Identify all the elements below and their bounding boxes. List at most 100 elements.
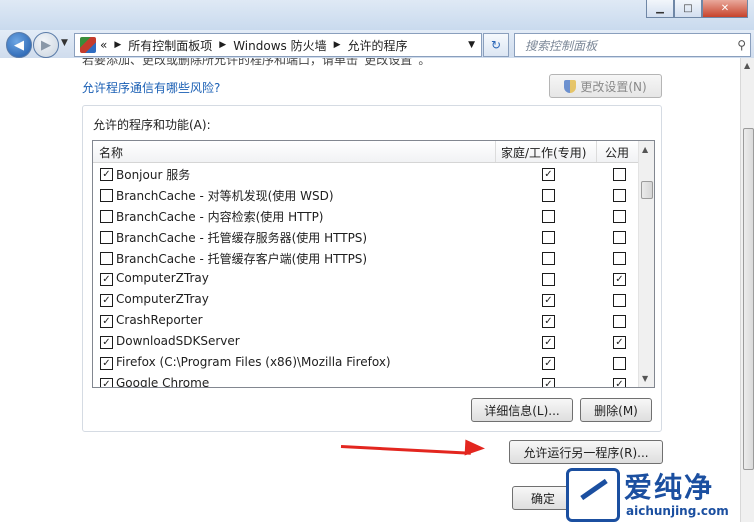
refresh-icon: ↻ [490, 38, 502, 52]
public-checkbox[interactable] [613, 357, 626, 370]
public-checkbox[interactable] [613, 210, 626, 223]
scroll-down-icon[interactable]: ▼ [642, 374, 648, 383]
list-header: 名称 家庭/工作(专用) 公用 [93, 141, 639, 163]
column-divider[interactable] [596, 141, 597, 162]
list-scrollbar[interactable]: ▲ ▼ [638, 141, 654, 387]
close-button[interactable]: ✕ [702, 0, 748, 18]
public-checkbox[interactable] [613, 315, 626, 328]
list-item[interactable]: ✓ Firefox (C:\Program Files (x86)\Mozilla… [93, 352, 639, 373]
back-button[interactable]: ◀ [6, 32, 32, 58]
program-enabled-checkbox[interactable]: ✓ [100, 357, 113, 370]
list-item[interactable]: ✓ ComputerZTray ✓ [93, 289, 639, 310]
list-item[interactable]: BranchCache - 对等机发现(使用 WSD) [93, 184, 639, 205]
history-dropdown-icon[interactable]: ▼ [61, 38, 68, 48]
annotation-arrow-shaft [340, 445, 471, 455]
program-name: ComputerZTray [116, 271, 209, 285]
program-name: Firefox (C:\Program Files (x86)\Mozilla … [116, 355, 391, 369]
public-checkbox[interactable] [613, 231, 626, 244]
breadcrumb-separator-icon[interactable]: ▶ [114, 40, 121, 50]
column-divider[interactable] [495, 141, 496, 162]
program-enabled-checkbox[interactable] [100, 210, 113, 223]
list-item[interactable]: BranchCache - 托管缓存客户端(使用 HTTPS) [93, 247, 639, 268]
list-item[interactable]: ✓ CrashReporter ✓ [93, 310, 639, 331]
list-item[interactable]: ✓ Bonjour 服务 ✓ [93, 163, 639, 184]
column-public[interactable]: 公用 [605, 144, 629, 161]
breadcrumb-windows-firewall[interactable]: Windows 防火墙 [233, 37, 326, 54]
breadcrumb-allowed-programs[interactable]: 允许的程序 [348, 37, 408, 54]
program-enabled-checkbox[interactable] [100, 252, 113, 265]
scroll-thumb[interactable] [641, 181, 653, 199]
breadcrumb-separator-icon[interactable]: ▶ [219, 40, 226, 50]
public-checkbox[interactable] [613, 252, 626, 265]
scroll-up-icon[interactable]: ▲ [744, 61, 750, 70]
search-input[interactable]: 搜索控制面板 ⚲ [514, 33, 751, 57]
program-enabled-checkbox[interactable]: ✓ [100, 168, 113, 181]
home-work-checkbox[interactable]: ✓ [542, 294, 555, 307]
public-checkbox[interactable] [613, 294, 626, 307]
list-item[interactable]: BranchCache - 内容检索(使用 HTTP) [93, 205, 639, 226]
public-checkbox[interactable] [613, 168, 626, 181]
home-work-checkbox[interactable] [542, 231, 555, 244]
details-button[interactable]: 详细信息(L)... [471, 398, 573, 422]
public-checkbox[interactable]: ✓ [613, 378, 626, 387]
breadcrumb-overflow[interactable]: « [100, 38, 107, 52]
home-work-checkbox[interactable]: ✓ [542, 336, 555, 349]
risk-link[interactable]: 允许程序通信有哪些风险? [82, 79, 220, 96]
home-work-checkbox[interactable] [542, 210, 555, 223]
watermark-title: 爱纯净 [624, 471, 715, 504]
program-name: DownloadSDKServer [116, 334, 240, 348]
home-work-checkbox[interactable]: ✓ [542, 168, 555, 181]
program-enabled-checkbox[interactable]: ✓ [100, 294, 113, 307]
program-name: BranchCache - 内容检索(使用 HTTP) [116, 210, 324, 224]
program-name: ComputerZTray [116, 292, 209, 306]
watermark-url: aichunjing.com [626, 504, 729, 518]
home-work-checkbox[interactable] [542, 252, 555, 265]
public-checkbox[interactable] [613, 189, 626, 202]
home-work-checkbox[interactable]: ✓ [542, 315, 555, 328]
program-enabled-checkbox[interactable] [100, 189, 113, 202]
public-checkbox[interactable]: ✓ [613, 273, 626, 286]
program-enabled-checkbox[interactable]: ✓ [100, 273, 113, 286]
allow-another-program-button[interactable]: 允许运行另一程序(R)... [509, 440, 663, 464]
minimize-button[interactable]: ▁ [646, 0, 674, 18]
forward-button[interactable]: ▶ [33, 32, 59, 58]
column-home-work[interactable]: 家庭/工作(专用) [501, 144, 586, 161]
list-item[interactable]: BranchCache - 托管缓存服务器(使用 HTTPS) [93, 226, 639, 247]
programs-list[interactable]: 名称 家庭/工作(专用) 公用 ✓ Bonjour 服务 ✓ BranchCache … [92, 140, 655, 388]
window-controls: ▁ □ ✕ [646, 0, 748, 18]
list-item[interactable]: ✓ ComputerZTray ✓ [93, 268, 639, 289]
change-settings-button[interactable]: 更改设置(N) [549, 74, 662, 98]
public-checkbox[interactable]: ✓ [613, 336, 626, 349]
breadcrumb-all-control-panel[interactable]: 所有控制面板项 [128, 37, 212, 54]
window-scrollbar[interactable]: ▲ [740, 58, 754, 522]
home-work-checkbox[interactable]: ✓ [542, 357, 555, 370]
home-work-checkbox[interactable] [542, 273, 555, 286]
title-bar: ▁ □ ✕ [0, 0, 754, 30]
maximize-button[interactable]: □ [674, 0, 702, 18]
address-bar[interactable]: « ▶ 所有控制面板项 ▶ Windows 防火墙 ▶ 允许的程序 ▼ [74, 33, 482, 57]
column-name[interactable]: 名称 [99, 144, 123, 161]
main-content: 若要添加、更改或删除所允许的程序和端口，请单击“更改设置”。 允许程序通信有哪些… [0, 58, 740, 522]
remove-button[interactable]: 删除(M) [580, 398, 652, 422]
program-name: BranchCache - 托管缓存服务器(使用 HTTPS) [116, 231, 368, 245]
program-enabled-checkbox[interactable] [100, 231, 113, 244]
list-item[interactable]: ✓ DownloadSDKServer ✓ ✓ [93, 331, 639, 352]
address-dropdown-icon[interactable]: ▼ [468, 40, 475, 50]
refresh-button[interactable]: ↻ [483, 33, 509, 57]
scroll-thumb[interactable] [743, 128, 754, 470]
program-enabled-checkbox[interactable]: ✓ [100, 336, 113, 349]
list-rows: ✓ Bonjour 服务 ✓ BranchCache - 对等机发现(使用 WSD) B… [93, 163, 639, 388]
program-name: CrashReporter [116, 313, 203, 327]
search-icon[interactable]: ⚲ [737, 38, 746, 52]
uac-shield-icon [564, 79, 577, 93]
program-name: Bonjour 服务 [116, 168, 191, 182]
program-enabled-checkbox[interactable]: ✓ [100, 315, 113, 328]
list-item[interactable]: ✓ Google Chrome ✓ ✓ [93, 373, 639, 388]
breadcrumb-separator-icon[interactable]: ▶ [334, 40, 341, 50]
program-name: Google Chrome [116, 376, 210, 388]
home-work-checkbox[interactable] [542, 189, 555, 202]
search-placeholder: 搜索控制面板 [525, 38, 598, 53]
program-enabled-checkbox[interactable]: ✓ [100, 378, 113, 387]
scroll-up-icon[interactable]: ▲ [642, 145, 648, 154]
home-work-checkbox[interactable]: ✓ [542, 378, 555, 387]
